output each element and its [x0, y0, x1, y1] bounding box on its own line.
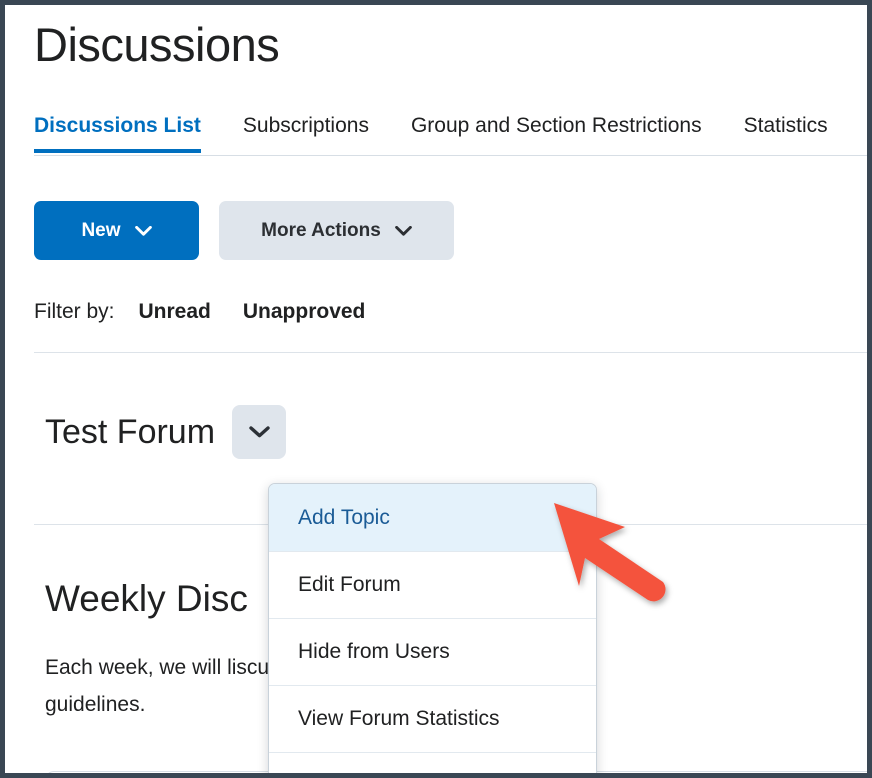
menu-item-label: View Forum Statistics [298, 707, 500, 730]
action-toolbar: New More Actions [34, 201, 454, 260]
menu-item-label: Edit Forum [298, 573, 401, 596]
tab-label: Discussions List [34, 114, 201, 137]
menu-item-label: Add Topic [298, 505, 390, 529]
filter-unapproved[interactable]: Unapproved [243, 300, 366, 324]
tab-bar: Discussions List Subscriptions Group and… [34, 112, 867, 160]
chevron-down-icon [134, 225, 152, 236]
discussions-page: Discussions Discussions List Subscriptio… [0, 0, 872, 778]
tab-label: Statistics [743, 114, 828, 137]
forum-context-menu-button[interactable] [232, 405, 287, 459]
tab-subscriptions[interactable]: Subscriptions [243, 112, 369, 154]
menu-item-overflow[interactable] [269, 752, 596, 773]
topic-title[interactable]: Weekly Disc [45, 575, 248, 623]
menu-item-label: Hide from Users [298, 640, 450, 663]
menu-item-edit-forum[interactable]: Edit Forum [269, 551, 596, 618]
more-actions-button[interactable]: More Actions [219, 201, 454, 260]
tab-group-and-section-restrictions[interactable]: Group and Section Restrictions [411, 112, 702, 154]
forum-context-menu: Add Topic Edit Forum Hide from Users Vie… [268, 483, 597, 773]
section-divider-top [34, 352, 867, 353]
new-button-label: New [81, 219, 121, 241]
more-actions-button-label: More Actions [261, 219, 381, 241]
forum-name: Test Forum [45, 413, 216, 451]
menu-item-hide-from-users[interactable]: Hide from Users [269, 618, 596, 685]
tab-label: Subscriptions [242, 114, 369, 137]
chevron-down-icon [394, 225, 412, 236]
chevron-down-icon [248, 426, 270, 438]
tab-discussions-list[interactable]: Discussions List [34, 112, 201, 154]
tab-label: Group and Section Restrictions [410, 114, 702, 137]
filter-label: Filter by: [34, 300, 115, 323]
tab-bar-divider [34, 155, 867, 156]
forum-header: Test Forum [45, 405, 287, 459]
menu-item-view-forum-statistics[interactable]: View Forum Statistics [269, 685, 596, 752]
filter-unread[interactable]: Unread [139, 300, 211, 324]
page-title: Discussions [34, 18, 280, 71]
tab-statistics[interactable]: Statistics [744, 112, 828, 154]
filter-bar: Filter by: Unread Unapproved [34, 300, 379, 324]
menu-item-add-topic[interactable]: Add Topic [269, 484, 596, 551]
new-button[interactable]: New [34, 201, 199, 260]
